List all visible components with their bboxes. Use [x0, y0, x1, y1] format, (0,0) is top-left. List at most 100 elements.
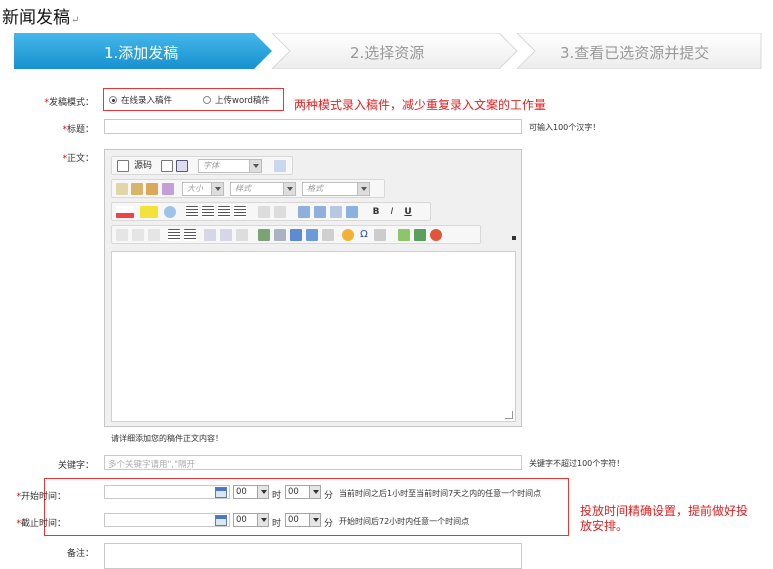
title-hint: 可输入100个汉字！ [529, 123, 601, 132]
align-right-icon[interactable] [218, 206, 230, 218]
step-3-label[interactable]: 3.查看已选资源并提交 [560, 42, 709, 63]
resize-grip-icon[interactable] [505, 411, 513, 419]
end-hour-select[interactable]: 00 [233, 513, 269, 527]
calendar-icon[interactable] [215, 515, 227, 526]
start-time-label-text: 开始时间： [20, 492, 66, 502]
undo-icon[interactable] [258, 206, 270, 218]
start-hour-unit: 时 [272, 491, 282, 501]
font-color-icon[interactable] [116, 206, 134, 218]
chevron-down-icon[interactable] [257, 514, 268, 526]
title-label: *标题： [14, 122, 94, 135]
redo-icon[interactable] [274, 206, 286, 218]
link-icon[interactable] [164, 206, 176, 218]
page-break-icon[interactable] [374, 229, 386, 241]
subscript-icon[interactable] [132, 229, 144, 241]
start-hour-select[interactable]: 00 [233, 485, 269, 499]
flash-icon[interactable] [274, 229, 286, 241]
editor-toolbar-row-3: B I U [111, 202, 431, 221]
select-all-icon[interactable] [330, 206, 342, 218]
title-input[interactable] [104, 119, 522, 134]
bullet-list-icon[interactable] [184, 229, 196, 241]
step-1-label[interactable]: 1.添加发稿 [104, 42, 178, 63]
align-center-icon[interactable] [202, 206, 214, 218]
insert-media-icon[interactable] [414, 229, 426, 241]
indent-icon[interactable] [220, 229, 232, 241]
copy-icon[interactable] [131, 183, 143, 195]
size-combo-text: 大小 [187, 184, 203, 193]
end-minute-value: 00 [288, 515, 299, 525]
horizontal-rule-icon[interactable] [322, 229, 334, 241]
keywords-input[interactable]: 多个关键字请用","隔开 [104, 455, 522, 470]
strikethrough-icon[interactable] [116, 229, 128, 241]
radio-upload-word-label[interactable]: 上传word稿件 [215, 94, 270, 106]
chevron-down-icon[interactable] [249, 160, 261, 172]
chevron-down-icon[interactable] [211, 183, 223, 195]
paste-text-icon[interactable] [146, 183, 158, 195]
keywords-placeholder: 多个关键字请用","隔开 [108, 460, 196, 470]
radio-upload-word[interactable] [203, 96, 211, 104]
new-page-icon[interactable] [161, 160, 173, 172]
insert-image-icon[interactable] [398, 229, 410, 241]
chevron-down-icon[interactable] [283, 183, 295, 195]
source-icon[interactable] [117, 160, 129, 172]
mode-label: *发稿模式： [14, 95, 94, 108]
start-time-label: *开始时间： [0, 489, 66, 502]
remove-format-icon[interactable] [346, 206, 358, 218]
time-annotation-line-2: 放安排。 [580, 519, 629, 533]
start-minute-unit: 分 [324, 491, 334, 501]
paste-word-icon[interactable] [162, 183, 174, 195]
cut-icon[interactable] [116, 183, 128, 195]
step-2-label[interactable]: 2.选择资源 [350, 42, 424, 63]
end-date-input[interactable] [104, 513, 230, 527]
bold-icon[interactable]: B [370, 206, 382, 218]
chevron-down-icon[interactable] [309, 514, 320, 526]
style-combo[interactable]: 样式 [230, 182, 296, 196]
size-combo[interactable]: 大小 [182, 182, 224, 196]
end-minute-select[interactable]: 00 [285, 513, 321, 527]
end-minute-unit: 分 [324, 519, 334, 529]
insert-attachment-icon[interactable] [430, 229, 442, 241]
superscript-icon[interactable] [148, 229, 160, 241]
highlight-color-icon[interactable] [140, 206, 158, 218]
radio-online[interactable] [109, 96, 117, 104]
calendar-icon[interactable] [215, 487, 227, 498]
editor-toolbar-row-2: 大小 样式 格式 [111, 179, 385, 198]
editor-toolbar-row-4: Ω [111, 225, 481, 244]
table-icon[interactable] [306, 229, 318, 241]
outdent-icon[interactable] [204, 229, 216, 241]
remark-textarea[interactable] [104, 543, 522, 569]
image-icon[interactable] [258, 229, 270, 241]
font-combo[interactable]: 字体 [198, 159, 262, 173]
blockquote-icon[interactable] [236, 229, 248, 241]
remark-label: 备注： [66, 549, 94, 559]
underline-icon[interactable]: U [402, 206, 414, 218]
chevron-down-icon[interactable] [309, 486, 320, 498]
end-time-label-text: 截止时间： [20, 519, 66, 529]
align-left-icon[interactable] [186, 206, 198, 218]
source-button[interactable]: 源码 [131, 160, 155, 172]
keywords-hint: 关键字不超过100个字符！ [529, 459, 625, 468]
body-help-text: 请详细添加您的稿件正文内容！ [111, 434, 223, 443]
keywords-label: 关键字： [57, 461, 94, 471]
radio-online-label[interactable]: 在线录入稿件 [121, 94, 172, 106]
justify-icon[interactable] [234, 206, 246, 218]
start-date-input[interactable] [104, 485, 230, 499]
replace-icon[interactable] [314, 206, 326, 218]
special-char-icon[interactable]: Ω [358, 229, 370, 241]
body-label: *正文： [14, 151, 94, 164]
find-icon[interactable] [298, 206, 310, 218]
anchor-icon[interactable] [290, 229, 302, 241]
smiley-icon[interactable] [342, 229, 354, 241]
format-combo-text: 格式 [307, 184, 323, 193]
start-minute-select[interactable]: 00 [285, 485, 321, 499]
format-combo[interactable]: 格式 [302, 182, 370, 196]
italic-icon[interactable]: I [386, 206, 398, 218]
paste-icon[interactable] [274, 160, 286, 172]
preview-icon[interactable] [176, 160, 188, 172]
numbered-list-icon[interactable] [168, 229, 180, 241]
style-combo-text: 样式 [235, 184, 251, 193]
cursor-dot [512, 236, 516, 240]
editor-content-area[interactable] [111, 251, 516, 422]
chevron-down-icon[interactable] [257, 486, 268, 498]
chevron-down-icon[interactable] [357, 183, 369, 195]
